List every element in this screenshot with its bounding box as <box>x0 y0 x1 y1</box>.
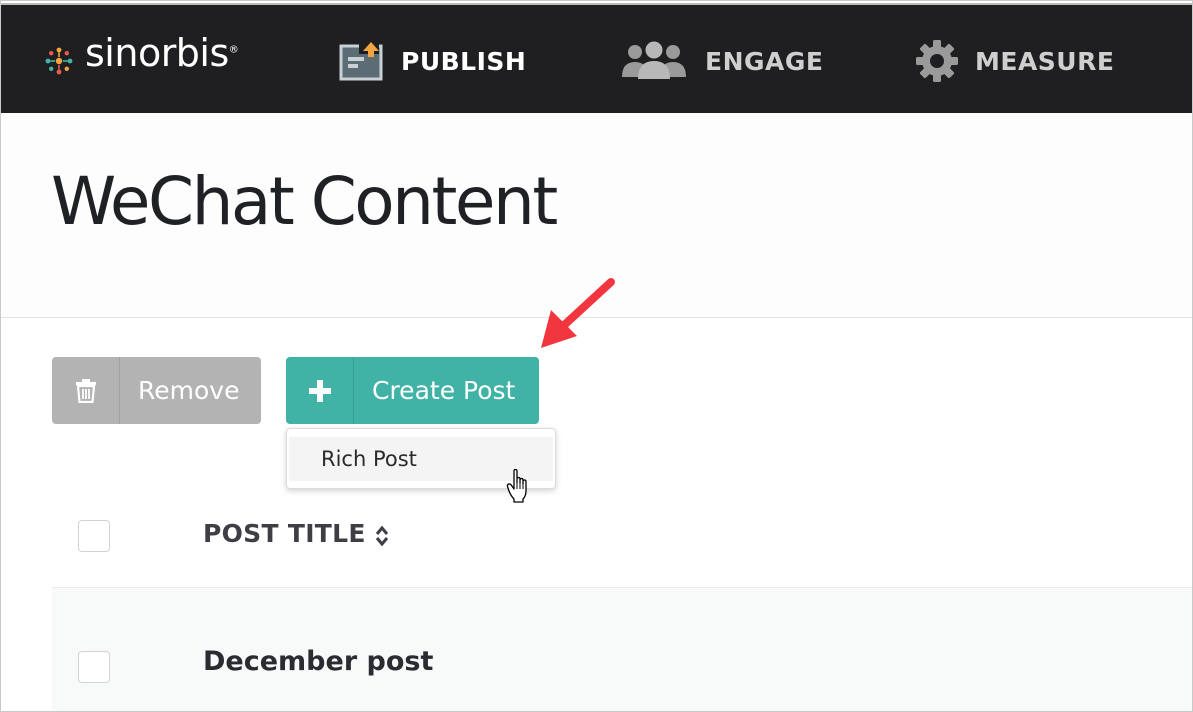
logo-wordmark: sinorbis® <box>85 31 239 75</box>
top-nav-bar: sinorbis® PUBLISH ENGAGE MEASURE <box>1 3 1192 115</box>
users-icon <box>622 41 686 79</box>
annotation-arrow-icon <box>541 278 615 348</box>
hand-cursor-icon <box>506 469 527 503</box>
plus-icon <box>308 379 331 402</box>
table-header: POST TITLE <box>52 501 1192 588</box>
logo-registered-mark: ® <box>228 44 239 56</box>
publish-icon <box>339 40 383 81</box>
trash-icon <box>75 378 96 403</box>
logo-text: sinorbis <box>85 31 229 75</box>
nav-item-engage-label: ENGAGE <box>705 46 824 76</box>
nav-item-measure[interactable]: MEASURE <box>915 39 1114 83</box>
gear-icon <box>916 40 958 82</box>
sort-icon <box>375 525 388 546</box>
table-row[interactable]: December post <box>52 588 1192 711</box>
nav-item-measure-label: MEASURE <box>975 46 1115 76</box>
nav-item-engage[interactable]: ENGAGE <box>619 39 823 83</box>
create-post-button-icon-area <box>286 357 354 424</box>
create-post-button-label: Create Post <box>372 376 516 405</box>
remove-button[interactable]: Remove <box>52 357 261 424</box>
select-all-checkbox[interactable] <box>78 520 110 552</box>
create-post-button[interactable]: Create Post <box>286 357 539 424</box>
page-title: WeChat Content <box>51 163 558 240</box>
nav-item-publish[interactable]: PUBLISH <box>339 39 526 83</box>
app-window: sinorbis® PUBLISH ENGAGE MEASURE WeChat … <box>0 0 1193 712</box>
sinorbis-logo-icon <box>45 47 73 75</box>
remove-button-label: Remove <box>138 376 240 405</box>
column-header-post-title-label: POST TITLE <box>203 519 366 548</box>
remove-button-icon-area <box>52 357 120 424</box>
nav-item-publish-label: PUBLISH <box>401 46 527 76</box>
row-post-title[interactable]: December post <box>203 646 433 677</box>
row-checkbox[interactable] <box>78 651 110 683</box>
column-header-post-title[interactable]: POST TITLE <box>203 519 390 548</box>
